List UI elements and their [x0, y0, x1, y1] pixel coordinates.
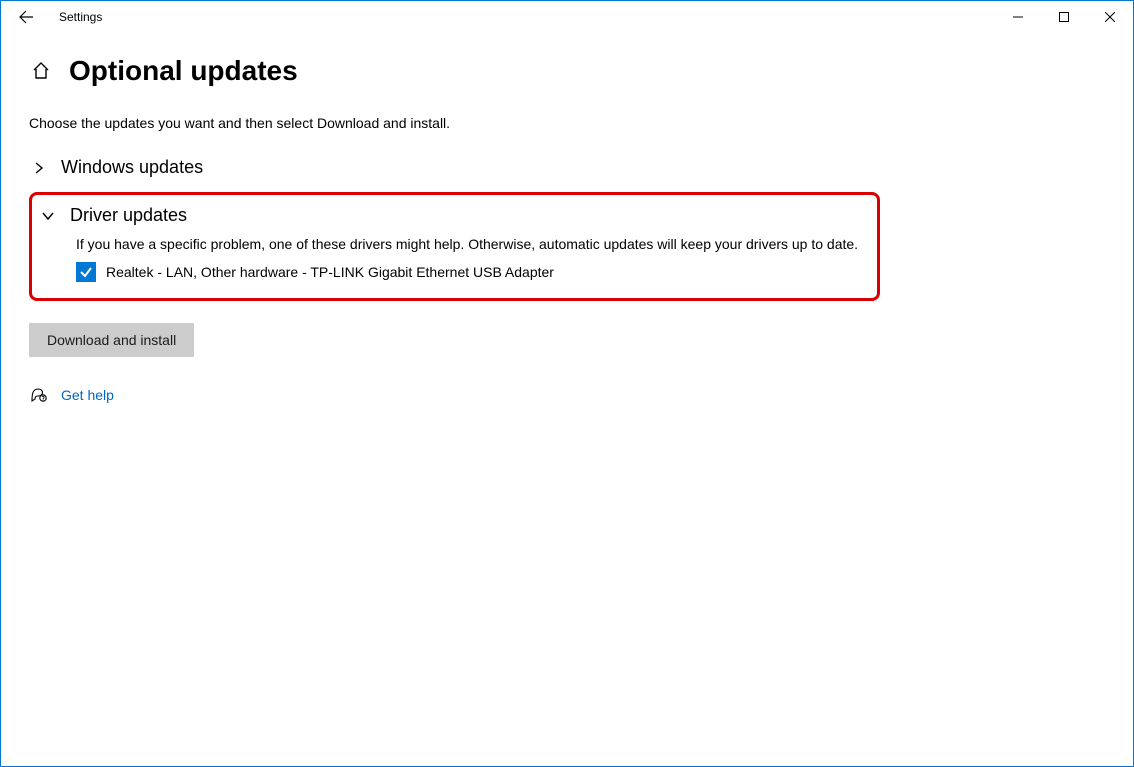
chevron-down-icon	[38, 209, 58, 223]
get-help-link[interactable]: Get help	[61, 387, 114, 403]
page-header: Optional updates	[29, 55, 1105, 87]
arrow-left-icon	[18, 9, 34, 25]
titlebar: Settings	[1, 1, 1133, 33]
maximize-icon	[1059, 12, 1069, 22]
maximize-button[interactable]	[1041, 1, 1087, 33]
home-icon	[31, 61, 51, 81]
driver-updates-description: If you have a specific problem, one of t…	[76, 236, 867, 252]
content-area: Optional updates Choose the updates you …	[1, 33, 1133, 405]
back-button[interactable]	[7, 1, 45, 33]
close-icon	[1105, 12, 1115, 22]
help-icon	[29, 385, 49, 405]
driver-item-row: Realtek - LAN, Other hardware - TP-LINK …	[76, 262, 867, 282]
chevron-right-icon	[29, 161, 49, 175]
page-title: Optional updates	[69, 55, 298, 87]
close-button[interactable]	[1087, 1, 1133, 33]
section-driver-updates-toggle[interactable]: Driver updates	[38, 201, 867, 230]
section-windows-updates-title: Windows updates	[61, 157, 203, 178]
page-instruction: Choose the updates you want and then sel…	[29, 115, 1105, 131]
window-controls	[995, 1, 1133, 33]
checkmark-icon	[79, 265, 93, 279]
section-windows-updates: Windows updates	[29, 153, 1105, 182]
settings-window: Settings Optional updates Choose the upd…	[0, 0, 1134, 767]
home-button[interactable]	[29, 59, 53, 83]
section-driver-updates-title: Driver updates	[70, 205, 187, 226]
minimize-button[interactable]	[995, 1, 1041, 33]
help-row: Get help	[29, 385, 1105, 405]
driver-item-label: Realtek - LAN, Other hardware - TP-LINK …	[106, 264, 554, 280]
highlighted-driver-updates: Driver updates If you have a specific pr…	[29, 192, 880, 301]
driver-item-checkbox[interactable]	[76, 262, 96, 282]
section-windows-updates-toggle[interactable]: Windows updates	[29, 153, 1105, 182]
download-install-button[interactable]: Download and install	[29, 323, 194, 357]
window-title: Settings	[59, 10, 102, 24]
minimize-icon	[1013, 12, 1023, 22]
